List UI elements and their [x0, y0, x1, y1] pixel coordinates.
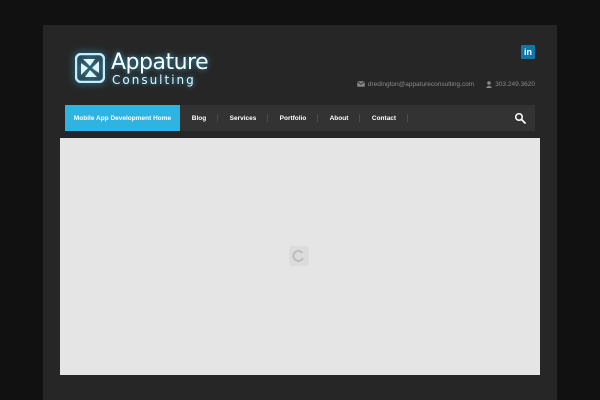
- envelope-icon: [356, 81, 365, 87]
- contact-email[interactable]: dredington@appatureconsulting.com: [356, 80, 475, 88]
- phone-text: 303.249.3620: [495, 80, 535, 88]
- brand-subtitle: Consulting: [112, 73, 196, 87]
- person-icon: [486, 80, 493, 88]
- contact-info: dredington@appatureconsulting.com 303.24…: [356, 78, 535, 90]
- loading-spinner-icon: [289, 246, 309, 266]
- aperture-logo-icon: [75, 53, 105, 83]
- nav-item-blog[interactable]: Blog: [180, 105, 218, 131]
- site-logo[interactable]: Appature Consulting: [75, 50, 215, 89]
- search-icon[interactable]: [514, 112, 526, 124]
- nav-item-services[interactable]: Services: [218, 105, 268, 131]
- nav-item-contact[interactable]: Contact: [360, 105, 408, 131]
- hero-slider: [60, 138, 540, 375]
- brand-title: Appature: [111, 50, 209, 75]
- main-nav: Mobile App Development Home Blog Service…: [65, 105, 535, 131]
- page-container: Appature Consulting in dredington@appatu…: [43, 25, 557, 400]
- contact-phone[interactable]: 303.249.3620: [486, 81, 535, 88]
- nav-item-about[interactable]: About: [318, 105, 360, 131]
- email-text: dredington@appatureconsulting.com: [367, 80, 475, 88]
- nav-item-home[interactable]: Mobile App Development Home: [65, 105, 180, 131]
- linkedin-icon[interactable]: in: [521, 45, 535, 59]
- nav-item-portfolio[interactable]: Portfolio: [268, 105, 318, 131]
